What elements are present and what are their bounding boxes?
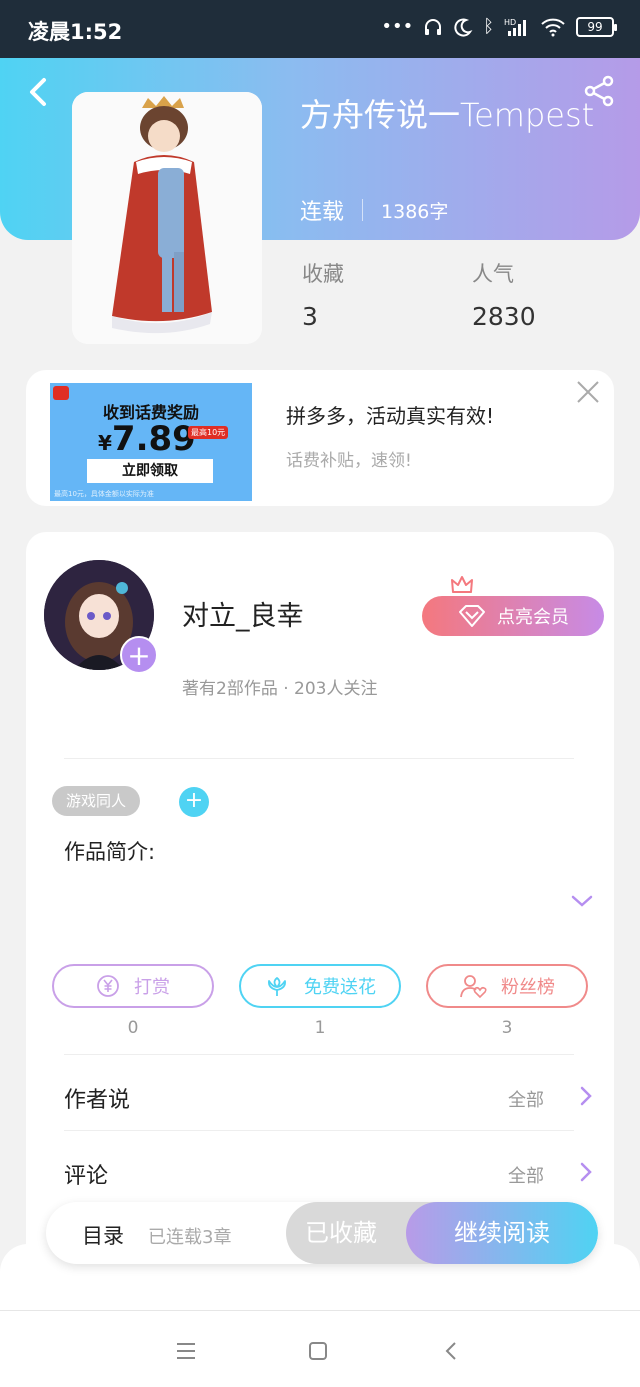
chevron-right-icon <box>580 1162 592 1182</box>
ad-claim-button[interactable]: 立即领取 <box>87 459 213 483</box>
author-note-row[interactable]: 作者说 全部 <box>64 1068 594 1128</box>
fan-ranking-label: 粉丝榜 <box>501 977 555 998</box>
ad-card[interactable]: 收到话费奖励 ¥7.89 最高10元 立即领取 最高10元，具体金额以实际为准 … <box>26 370 614 506</box>
continue-reading-button[interactable]: 继续阅读 <box>406 1202 598 1264</box>
fan-ranking-button[interactable]: 粉丝榜 <box>426 964 588 1008</box>
flower-icon <box>268 977 286 996</box>
chapters-count: 已连载3章 <box>148 1227 232 1248</box>
crown-icon <box>451 576 473 593</box>
send-flower-label: 免费送花 <box>304 977 376 998</box>
book-title: 方舟传说一Tempest <box>300 96 595 134</box>
battery-icon: 99 <box>576 16 617 37</box>
vip-button[interactable]: 点亮会员 <box>422 596 604 636</box>
meta-divider <box>362 199 364 221</box>
toc-button[interactable]: 目录 <box>82 1220 124 1250</box>
author-stats: 著有2部作品 · 203人关注 <box>182 679 378 699</box>
status-icons: ••• ᛒ HD 99 <box>381 16 617 37</box>
ad-subtitle: 话费补贴，速领! <box>286 451 412 471</box>
cover-illustration <box>72 92 262 344</box>
network-label: HD <box>504 18 516 27</box>
tip-count: 0 <box>127 1018 139 1038</box>
intro-label: 作品简介: <box>64 840 156 864</box>
ad-close-button[interactable] <box>574 378 602 406</box>
back-arrow-icon[interactable] <box>440 1339 464 1363</box>
author-name: 对立_良幸 <box>182 601 304 632</box>
collected-label: 已收藏 <box>305 1219 377 1247</box>
comments-label: 评论 <box>64 1164 109 1189</box>
status-bar: 凌晨1:52 ••• ᛒ HD 99 <box>0 0 640 58</box>
diamond-icon <box>459 605 485 627</box>
ad-image-price: ¥7.89 <box>98 419 196 459</box>
home-square-icon[interactable] <box>306 1339 330 1363</box>
menu-icon[interactable] <box>174 1339 198 1363</box>
fan-count: 3 <box>501 1018 513 1038</box>
chevron-down-icon[interactable] <box>570 892 594 910</box>
flower-count: 1 <box>314 1018 326 1038</box>
send-flower-button[interactable]: 免费送花 <box>239 964 401 1008</box>
favorites-stat: 收藏 3 <box>302 258 344 331</box>
battery-level: 99 <box>587 19 603 34</box>
add-tag-button[interactable]: + <box>179 787 209 817</box>
back-button[interactable] <box>22 74 52 110</box>
ad-price-symbol: ¥ <box>98 431 112 455</box>
ad-image-tag: 最高10元 <box>188 426 229 439</box>
bluetooth-icon: ᛒ <box>483 16 494 37</box>
favorites-value: 3 <box>302 302 318 331</box>
headphones-icon <box>425 18 442 35</box>
yuan-coin-icon <box>97 975 119 997</box>
moon-icon <box>454 18 473 36</box>
comments-more[interactable]: 全部 <box>508 1162 544 1188</box>
book-word-count: 1386字 <box>381 200 449 223</box>
popularity-value: 2830 <box>472 302 536 331</box>
ad-fine-print: 最高10元，具体金额以实际为准 <box>54 490 154 498</box>
author-card: + 对立_良幸 著有2部作品 · 203人关注 点亮会员 游戏同人 + 作品简介… <box>26 532 614 1292</box>
chevron-left-icon <box>30 78 46 106</box>
close-icon <box>577 381 599 403</box>
vip-label: 点亮会员 <box>497 607 569 628</box>
divider <box>64 1130 574 1131</box>
more-dots-icon: ••• <box>381 16 414 37</box>
comments-row[interactable]: 评论 全部 <box>64 1144 594 1204</box>
system-nav-bar <box>0 1310 640 1387</box>
book-status: 连载 <box>300 200 345 225</box>
divider <box>64 758 574 759</box>
book-cover[interactable] <box>72 92 262 344</box>
favorites-label: 收藏 <box>302 262 344 286</box>
author-note-more[interactable]: 全部 <box>508 1086 544 1112</box>
ad-price-value: 7.89 <box>111 419 196 459</box>
divider <box>64 1054 574 1055</box>
wifi-icon <box>541 18 565 36</box>
status-time: 凌晨1:52 <box>28 20 123 44</box>
book-meta: 连载 1386字 <box>300 194 448 226</box>
chevron-right-icon <box>580 1086 592 1106</box>
popularity-label: 人气 <box>472 262 514 286</box>
fan-heart-icon <box>460 975 487 999</box>
ad-title: 拼多多，活动真实有效! <box>286 404 495 428</box>
ad-image[interactable]: 收到话费奖励 ¥7.89 最高10元 立即领取 最高10元，具体金额以实际为准 <box>50 383 252 501</box>
author-note-label: 作者说 <box>64 1088 131 1113</box>
follow-author-button[interactable]: + <box>120 636 158 674</box>
tip-label: 打赏 <box>134 977 170 998</box>
ad-logo-icon <box>53 386 69 400</box>
tag-chip[interactable]: 游戏同人 <box>52 786 141 816</box>
tip-button[interactable]: 打赏 <box>52 964 214 1008</box>
reading-action-bar: 目录 已连载3章 已收藏 继续阅读 <box>46 1202 598 1264</box>
popularity-stat: 人气 2830 <box>472 258 536 331</box>
signal-icon: HD <box>504 18 526 36</box>
